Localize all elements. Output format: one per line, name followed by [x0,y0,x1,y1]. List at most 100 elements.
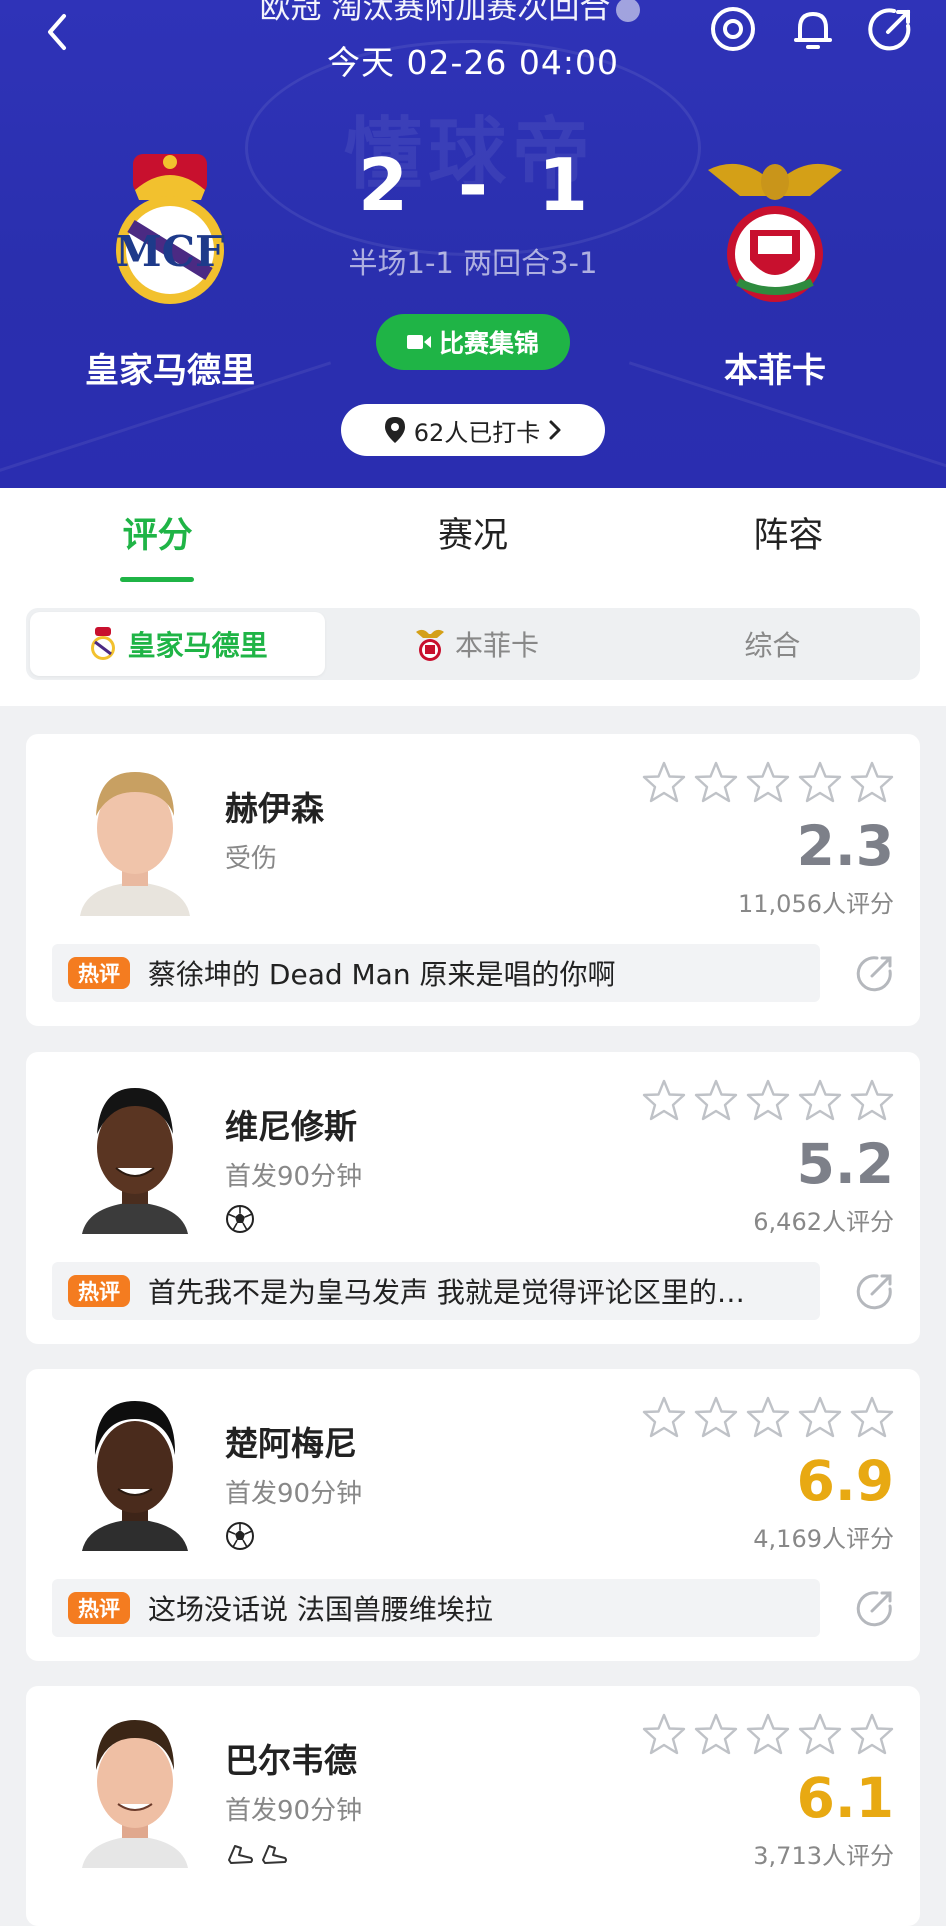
checkin-button[interactable]: 62人已打卡 [341,404,605,456]
player-avatar [70,1076,200,1234]
player-name: 巴尔韦德 [225,1741,357,1780]
away-team-name[interactable]: 本菲卡 [645,343,905,392]
rating-stars[interactable] [642,1078,894,1122]
real-madrid-crest-icon: MCF [115,154,225,304]
player-status: 首发90分钟 [225,1479,363,1509]
player-avatar [70,758,200,916]
info-icon [616,0,641,22]
star-icon[interactable] [642,1712,686,1756]
tab-lineup[interactable]: 阵容 [631,488,946,584]
rating-count: 4,169人评分 [753,1525,894,1553]
team-tab-away[interactable]: 本菲卡 [329,608,624,680]
location-icon [384,417,405,443]
checkin-label: 62人已打卡 [413,418,541,447]
player-name: 赫伊森 [225,789,324,828]
hot-comment[interactable]: 热评 蔡徐坤的 Dead Man 原来是唱的你啊 [52,944,820,1002]
star-icon[interactable] [798,1078,842,1122]
team-filter-area: 皇家马德里 本菲卡 综合 [0,584,946,706]
star-icon[interactable] [798,1712,842,1756]
star-icon[interactable] [694,760,738,804]
home-team-name[interactable]: 皇家马德里 [40,343,300,392]
player-card[interactable]: 巴尔韦德 首发90分钟 6.1 3,713人评分 [26,1686,920,1926]
target-icon [711,7,755,51]
player-card[interactable]: 赫伊森 受伤 2.3 11,056人评分 热评 蔡徐坤的 Dead Man 原来… [26,734,920,1026]
star-icon[interactable] [850,1078,894,1122]
star-icon[interactable] [746,1395,790,1439]
star-icon[interactable] [746,760,790,804]
player-photo [70,1393,200,1551]
svg-text:MCF: MCF [115,227,225,276]
player-avatar [70,1393,200,1551]
star-icon[interactable] [642,760,686,804]
benfica-crest-icon [708,163,842,302]
star-icon[interactable] [850,1395,894,1439]
real-madrid-crest-icon [90,627,115,660]
score-separator: - [458,143,488,227]
player-photo [70,1076,200,1234]
tab-rating[interactable]: 评分 [0,488,315,584]
competition-title[interactable]: 欧冠 淘汰赛附加赛次回合 [230,0,670,27]
assist-boot-icon [262,1845,287,1864]
share-icon[interactable] [854,1270,896,1312]
player-events [225,1204,255,1236]
hot-comment[interactable]: 热评 这场没话说 法国兽腰维埃拉 [52,1579,820,1637]
player-events [225,1838,289,1870]
hot-comment-text: 首先我不是为皇马发声 我就是觉得评论区里的… [148,1276,745,1309]
star-icon[interactable] [850,760,894,804]
rating-count: 11,056人评分 [738,890,894,918]
star-icon[interactable] [850,1712,894,1756]
away-score: 1 [537,143,589,227]
team-tab-home[interactable]: 皇家马德里 [30,612,326,676]
star-icon[interactable] [694,1395,738,1439]
back-icon [48,14,66,50]
share-icon[interactable] [854,1587,896,1629]
benfica-crest-icon [415,629,444,661]
player-photo [70,758,200,916]
share-button[interactable] [866,4,916,54]
back-button[interactable] [38,6,78,56]
star-icon[interactable] [642,1395,686,1439]
team-tab-away-label: 本菲卡 [454,629,539,662]
player-card[interactable]: 楚阿梅尼 首发90分钟 6.9 4,169人评分 热评 这场没话说 法国兽腰维埃… [26,1369,920,1661]
team-tabs: 皇家马德里 本菲卡 综合 [26,608,920,680]
player-card[interactable]: 维尼修斯 首发90分钟 5.2 6,462人评分 热评 首先我不是为皇马发声 我… [26,1052,920,1344]
home-team-logo[interactable]: MCF [105,150,235,306]
player-rating: 6.1 [796,1766,894,1830]
hot-comment-badge: 热评 [68,1592,130,1624]
share-icon[interactable] [854,952,896,994]
hot-comment-text: 蔡徐坤的 Dead Man 原来是唱的你啊 [148,958,616,991]
star-icon[interactable] [694,1712,738,1756]
star-icon[interactable] [746,1712,790,1756]
competition-name: 欧冠 淘汰赛附加赛次回合 [259,0,611,26]
notification-button[interactable] [788,4,838,54]
rating-stars[interactable] [642,760,894,804]
share-icon [868,8,911,51]
bell-icon [794,12,832,49]
match-header: 懂球帝 欧冠 淘汰赛附加赛次回合 今天 02-26 04:00 MCF 皇家马德… [0,0,946,488]
rating-stars[interactable] [642,1395,894,1439]
star-icon[interactable] [798,1395,842,1439]
player-rating: 5.2 [796,1132,894,1196]
star-icon[interactable] [746,1078,790,1122]
team-tab-combined[interactable]: 综合 [625,608,920,680]
away-team-logo[interactable] [700,150,850,306]
tab-match-status[interactable]: 赛况 [315,488,630,584]
highlights-label: 比赛集锦 [438,329,539,358]
hot-comment-badge: 热评 [68,957,130,989]
goal-icon [226,1205,254,1233]
star-icon[interactable] [642,1078,686,1122]
hot-comment[interactable]: 热评 首先我不是为皇马发声 我就是觉得评论区里的… [52,1262,820,1320]
rating-count: 6,462人评分 [753,1208,894,1236]
video-icon [406,335,431,349]
highlights-button[interactable]: 比赛集锦 [376,314,570,370]
main-tabs: 评分 赛况 阵容 [0,488,946,584]
star-icon[interactable] [798,760,842,804]
rating-stars[interactable] [642,1712,894,1756]
star-icon[interactable] [694,1078,738,1122]
player-status: 首发90分钟 [225,1796,363,1826]
home-score: 2 [357,143,409,227]
hot-comment-text: 这场没话说 法国兽腰维埃拉 [148,1593,493,1626]
chevron-right-icon [549,420,561,440]
follow-button[interactable] [708,4,758,54]
team-tab-combined-label: 综合 [744,629,801,662]
